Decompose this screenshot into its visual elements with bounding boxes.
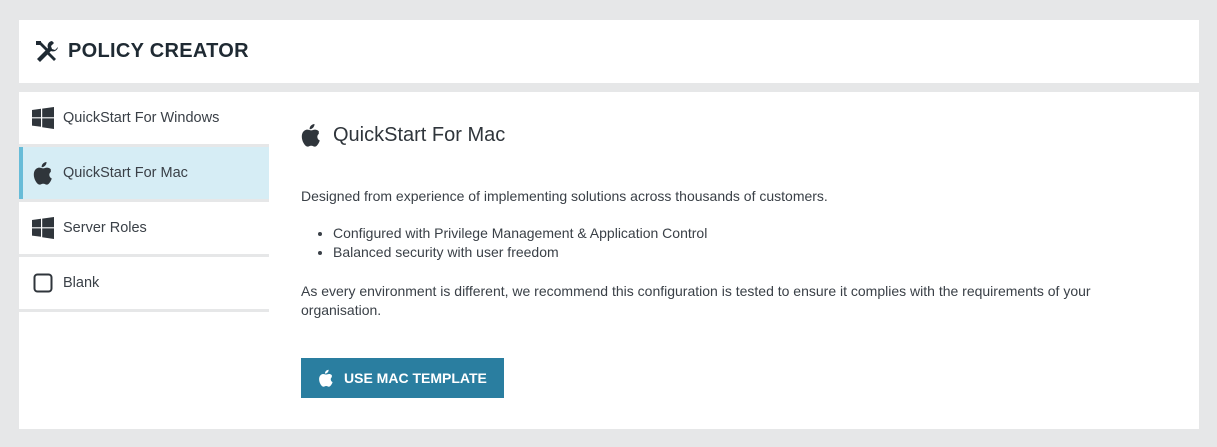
page-title: POLICY CREATOR	[68, 40, 249, 62]
use-mac-template-button[interactable]: USE MAC TEMPLATE	[301, 358, 504, 398]
windows-icon	[31, 106, 55, 130]
template-heading: QuickStart For Mac	[301, 122, 1161, 148]
list-item: Configured with Privilege Management & A…	[333, 224, 1161, 243]
template-note: As every environment is different, we re…	[301, 283, 1091, 318]
template-description: Designed from experience of implementing…	[301, 188, 828, 204]
apple-icon	[31, 161, 55, 185]
page-header: POLICY CREATOR	[19, 20, 1199, 83]
sidebar-item-label: QuickStart For Windows	[63, 110, 220, 126]
square-icon	[31, 271, 55, 295]
button-label: USE MAC TEMPLATE	[344, 370, 487, 386]
feature-list: Configured with Privilege Management & A…	[301, 224, 1161, 262]
list-item: Balanced security with user freedom	[333, 243, 1161, 262]
sidebar-item-quickstart-mac[interactable]: QuickStart For Mac	[19, 147, 269, 202]
sidebar-item-label: Server Roles	[63, 220, 147, 236]
sidebar-item-blank[interactable]: Blank	[19, 257, 269, 312]
apple-icon	[318, 369, 334, 387]
sidebar-item-label: Blank	[63, 275, 100, 291]
sidebar-item-label: QuickStart For Mac	[63, 165, 188, 181]
tools-icon	[34, 39, 60, 65]
template-title: QuickStart For Mac	[333, 123, 506, 146]
template-details: QuickStart For Mac Designed from experie…	[301, 122, 1161, 398]
apple-icon	[301, 123, 323, 147]
sidebar-item-quickstart-windows[interactable]: QuickStart For Windows	[19, 92, 269, 147]
windows-icon	[31, 216, 55, 240]
sidebar: QuickStart For Windows QuickStart For Ma…	[19, 92, 269, 312]
main-panel: QuickStart For Windows QuickStart For Ma…	[19, 92, 1199, 429]
sidebar-item-server-roles[interactable]: Server Roles	[19, 202, 269, 257]
